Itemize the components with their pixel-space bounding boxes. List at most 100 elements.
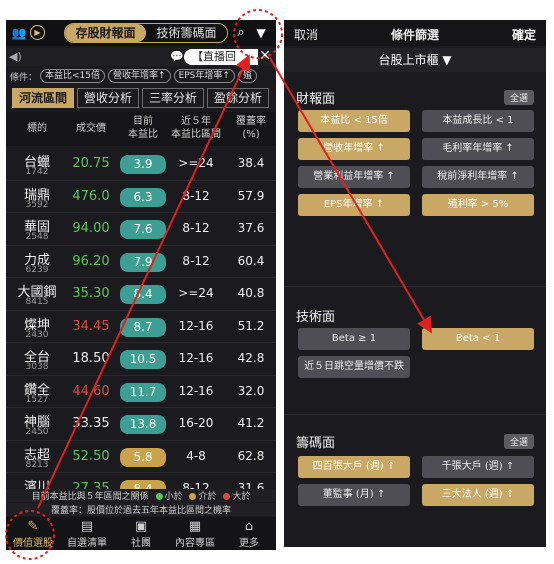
- stock-price: 20.75: [72, 156, 110, 171]
- bottom-nav: ✎ 價值選股 ▤ 自選清單 ▣ 社團 ▦ 內容專區 ⌂ 更多: [6, 517, 276, 550]
- financial-select-all-button[interactable]: 全選: [503, 90, 534, 105]
- group-icon[interactable]: 👥: [10, 24, 28, 42]
- filter-operating-income-yoy[interactable]: 營業利益年增率 ↑: [298, 166, 410, 188]
- nav-value-picking[interactable]: ✎ 價值選股: [6, 517, 60, 550]
- filter-icon[interactable]: ▼: [252, 24, 270, 42]
- table-row[interactable]: 華固 2548 94.00 7.6 8-12 37.6: [6, 213, 276, 246]
- stock-price: 35.30: [72, 286, 110, 301]
- chip-select-all-button[interactable]: 全選: [503, 434, 534, 449]
- header-pe-line1[interactable]: 目前: [120, 116, 166, 128]
- filter-400-lot-holders[interactable]: 四百張大戶 (週) ↑: [298, 456, 410, 478]
- filter-pretax-income-yoy[interactable]: 稅前淨利年增率 ↑: [422, 166, 534, 188]
- stock-code: 3038: [25, 362, 49, 372]
- table-row[interactable]: 全台 3038 18.50 10.5 12-16 42.8: [6, 343, 276, 376]
- nav-more[interactable]: ⌂ 更多: [222, 517, 276, 550]
- legend-dot-mid: [189, 493, 197, 500]
- filter-title: 條件篩選: [390, 28, 439, 42]
- stock-code: 1527: [25, 394, 49, 405]
- stock-price: 34.45: [72, 318, 110, 334]
- legend-big: 大於: [232, 492, 251, 502]
- table-row[interactable]: 志超 8213 52.50 5.8 4-8 62.8: [6, 441, 276, 473]
- section-divider: [284, 286, 546, 287]
- header-range-line1[interactable]: 近５年: [168, 116, 224, 128]
- filter-eps-yoy[interactable]: EPS年增率 ↑: [298, 194, 410, 216]
- filter-1000-lot-holders[interactable]: 千張大戶 (週) ↑: [422, 456, 534, 478]
- coverage-value: 51.2: [237, 318, 265, 333]
- play-icon[interactable]: ▶: [30, 25, 45, 40]
- coverage-value: 38.4: [237, 156, 265, 170]
- condition-chip[interactable]: 殖: [237, 69, 257, 83]
- nav-value-icon: ✎: [27, 519, 39, 534]
- tab-three-rates[interactable]: 三率分析: [142, 88, 205, 108]
- tab-financial[interactable]: 存股財報面: [65, 24, 146, 42]
- pe-range: 12-16: [178, 351, 214, 365]
- pe-range: 8-12: [182, 253, 210, 268]
- header-coverage-line2[interactable]: (%): [228, 129, 274, 141]
- coverage-value: 37.6: [237, 221, 265, 235]
- filter-beta-gte-1[interactable]: Beta ≥ 1: [298, 328, 410, 350]
- condition-chip[interactable]: 營收年增率↑: [108, 69, 171, 83]
- news-ticker[interactable]: 【直播回: [184, 49, 258, 65]
- header-pe-line2[interactable]: 本益比: [120, 129, 166, 141]
- table-row[interactable]: 大國鋼 8415 35.30 8.4 >=24 40.8: [6, 278, 276, 311]
- pe-badge: 6.3: [120, 187, 166, 207]
- filter-beta-lt-1[interactable]: Beta < 1: [422, 328, 534, 350]
- close-icon[interactable]: ✕: [256, 47, 274, 65]
- header-coverage-line1[interactable]: 覆蓋率: [228, 116, 274, 128]
- pe-badge: 10.5: [120, 350, 166, 369]
- tab-earnings[interactable]: 盈餘分析: [207, 88, 270, 108]
- header-name[interactable]: 標的: [14, 123, 60, 135]
- coverage-value: 41.2: [237, 416, 265, 430]
- filter-directors[interactable]: 董監事 (月) ↑: [298, 484, 410, 506]
- stock-code: 2548: [25, 232, 49, 242]
- market-dropdown[interactable]: 台股上市櫃 ▼: [284, 48, 546, 72]
- stock-price: 52.50: [72, 448, 110, 464]
- header-price[interactable]: 成交價: [68, 123, 114, 135]
- filter-gross-margin-yoy[interactable]: 毛利率年增率 ↑: [422, 138, 534, 160]
- pe-badge: 8.7: [120, 317, 166, 337]
- coverage-value: 62.8: [237, 448, 265, 463]
- filter-screen: 條件篩選 取消 確定 台股上市櫃 ▼ 財報面 全選 本益比 < 15倍 本益成長…: [284, 20, 546, 547]
- filter-peg-lt-1[interactable]: 本益成長比 < 1: [422, 110, 534, 132]
- pe-range: 8-12: [182, 188, 210, 203]
- filter-revenue-yoy[interactable]: 營收年增率 ↑: [298, 138, 410, 160]
- legend-dot-big: [223, 493, 231, 500]
- confirm-button[interactable]: 確定: [512, 26, 536, 43]
- tab-technical[interactable]: 技術籌碼面: [146, 24, 227, 42]
- filter-yield-gt-5[interactable]: 殖利率 > 5%: [422, 194, 534, 216]
- tab-revenue[interactable]: 營收分析: [77, 88, 140, 108]
- table-row[interactable]: 瑞鼎 3592 476.0 6.3 8-12 57.9: [6, 181, 276, 213]
- nav-label: 更多: [239, 538, 259, 549]
- search-icon[interactable]: ⌕: [232, 24, 250, 42]
- nav-content-icon: ▦: [188, 519, 202, 534]
- nav-community[interactable]: ▣ 社團: [114, 517, 168, 550]
- coverage-value: 57.9: [237, 188, 265, 203]
- header-range-line2[interactable]: 本益比區間: [168, 129, 224, 141]
- condition-chip[interactable]: EPS年增率↑: [173, 69, 235, 83]
- pe-range: 16-20: [178, 416, 214, 430]
- financial-section-title: 財報面: [296, 92, 336, 107]
- tab-river[interactable]: 河流區間: [12, 88, 75, 108]
- table-row[interactable]: 鑽全 1527 44.60 11.7 12-16 32.0: [6, 376, 276, 408]
- pe-range: 12-16: [178, 383, 214, 398]
- condition-bar: 條件： 本益比<15倍 營收年增率↑ EPS年增率↑ 殖: [6, 68, 276, 84]
- analysis-tabs: 河流區間 營收分析 三率分析 盈餘分析: [12, 88, 276, 108]
- condition-chip[interactable]: 本益比<15倍: [40, 69, 106, 83]
- cancel-button[interactable]: 取消: [294, 26, 318, 43]
- filter-pe-lt-15[interactable]: 本益比 < 15倍: [298, 110, 410, 132]
- table-row[interactable]: 神腦 2450 33.35 13.8 16-20 41.2: [6, 408, 276, 441]
- pe-range: 8-12: [182, 221, 210, 235]
- coverage-value: 40.8: [237, 286, 265, 300]
- table-row[interactable]: 力成 6239 96.20 7.9 8-12 60.4: [6, 246, 276, 278]
- table-row[interactable]: 台蠟 1742 20.75 3.9 >=24 38.4: [6, 148, 276, 181]
- filter-gap-up-5d[interactable]: 近５日跳空量增價不跌: [298, 356, 410, 378]
- pe-badge: 5.8: [120, 447, 166, 467]
- table-row[interactable]: 燦坤 2430 34.45 8.7 12-16 51.2: [6, 311, 276, 343]
- nav-label: 內容專區: [175, 538, 215, 549]
- nav-watchlist[interactable]: ▤ 自選清單: [60, 517, 114, 550]
- nav-content[interactable]: ▦ 內容專區: [168, 517, 222, 550]
- filter-header: 條件篩選 取消 確定: [284, 20, 546, 46]
- stock-price: 44.60: [72, 383, 110, 399]
- filter-institutional[interactable]: 三大法人 (週) ↑: [422, 484, 534, 506]
- stock-code: 2450: [25, 427, 49, 437]
